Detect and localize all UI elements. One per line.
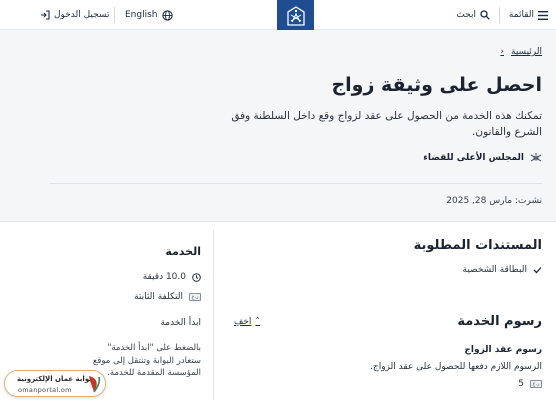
agency-link[interactable]: المجلس الأعلى للقضاء <box>423 152 542 164</box>
service-hero: › الرئيسية احصل على وثيقة زواج تمكنك هذه… <box>0 30 556 222</box>
breadcrumb: › الرئيسية <box>500 47 542 57</box>
fee-value: 5 <box>518 379 524 389</box>
document-item: البطاقة الشخصية <box>463 265 543 275</box>
globe-icon <box>161 9 173 21</box>
leave-portal-note: بالضغط على "ابدأ الخدمة" ستغادر البوابة … <box>92 343 201 378</box>
hamburger-icon <box>538 10 548 20</box>
check-icon <box>533 267 542 274</box>
currency-icon: ر.ع <box>189 293 201 301</box>
column-divider <box>213 230 214 400</box>
fee-amount: 5 ر.ع <box>518 379 542 389</box>
fee-description: الرسوم اللازم دفعها للحصول على عقد الزوا… <box>370 362 542 372</box>
chevron-left-icon: › <box>500 47 504 57</box>
login-button[interactable]: تسجيل الدخول <box>40 8 109 22</box>
chevron-up-icon: ˄ <box>255 317 260 327</box>
breadcrumb-home-link[interactable]: الرئيسية <box>511 47 542 57</box>
duration-row: 10.0 دقيقة <box>143 272 201 282</box>
search-button[interactable]: ابحث <box>456 8 490 22</box>
agency-emblem-icon <box>530 153 542 162</box>
language-switcher[interactable]: English <box>125 8 173 22</box>
clock-icon <box>192 272 201 282</box>
site-logo[interactable] <box>277 0 314 34</box>
portal-name: بوابة عمان الإلكترونية <box>17 375 92 383</box>
fees-heading: رسوم الخدمة <box>457 314 542 329</box>
menu-button[interactable]: القائمة <box>509 8 548 22</box>
divider <box>50 183 542 184</box>
language-label: English <box>125 10 158 20</box>
cost-label: التكلفة الثابتة <box>134 292 183 302</box>
portal-logo-icon <box>89 376 101 393</box>
oman-portal-badge[interactable]: بوابة عمان الإلكترونية omanportal.om <box>4 370 106 397</box>
portal-url: omanportal.om <box>18 386 72 394</box>
header-divider <box>499 7 500 23</box>
documents-heading: المستندات المطلوبة <box>413 238 542 253</box>
menu-label: القائمة <box>508 10 534 20</box>
agency-name: المجلس الأعلى للقضاء <box>423 153 524 163</box>
login-icon <box>41 10 50 20</box>
national-emblem-icon <box>286 6 305 26</box>
start-service-link[interactable]: ابدأ الخدمة <box>160 318 201 328</box>
search-label: ابحث <box>456 10 476 20</box>
service-sidebar-heading: الخدمة <box>165 245 201 258</box>
hide-label: اخفِ <box>234 317 252 327</box>
cost-row: ر.ع التكلفة الثابتة <box>134 292 201 302</box>
published-date: نشرت: مارس 28, 2025 <box>446 196 542 206</box>
fee-name: رسوم عقد الزواج <box>464 345 542 355</box>
document-label: البطاقة الشخصية <box>462 265 528 275</box>
page-title: احصل على وثيقة زواج <box>331 74 542 96</box>
hide-fees-toggle[interactable]: اخفِ ˄ <box>234 317 260 327</box>
top-header: القائمة ابحث English تسجيل الدخول <box>0 0 556 34</box>
search-icon <box>480 10 490 20</box>
currency-icon: ر.ع <box>530 380 542 388</box>
duration-value: 10.0 دقيقة <box>142 272 186 282</box>
login-label: تسجيل الدخول <box>54 10 110 20</box>
header-divider <box>114 7 115 23</box>
service-description: تمكنك هذه الخدمة من الحصول على عقد لزواج… <box>231 110 542 138</box>
